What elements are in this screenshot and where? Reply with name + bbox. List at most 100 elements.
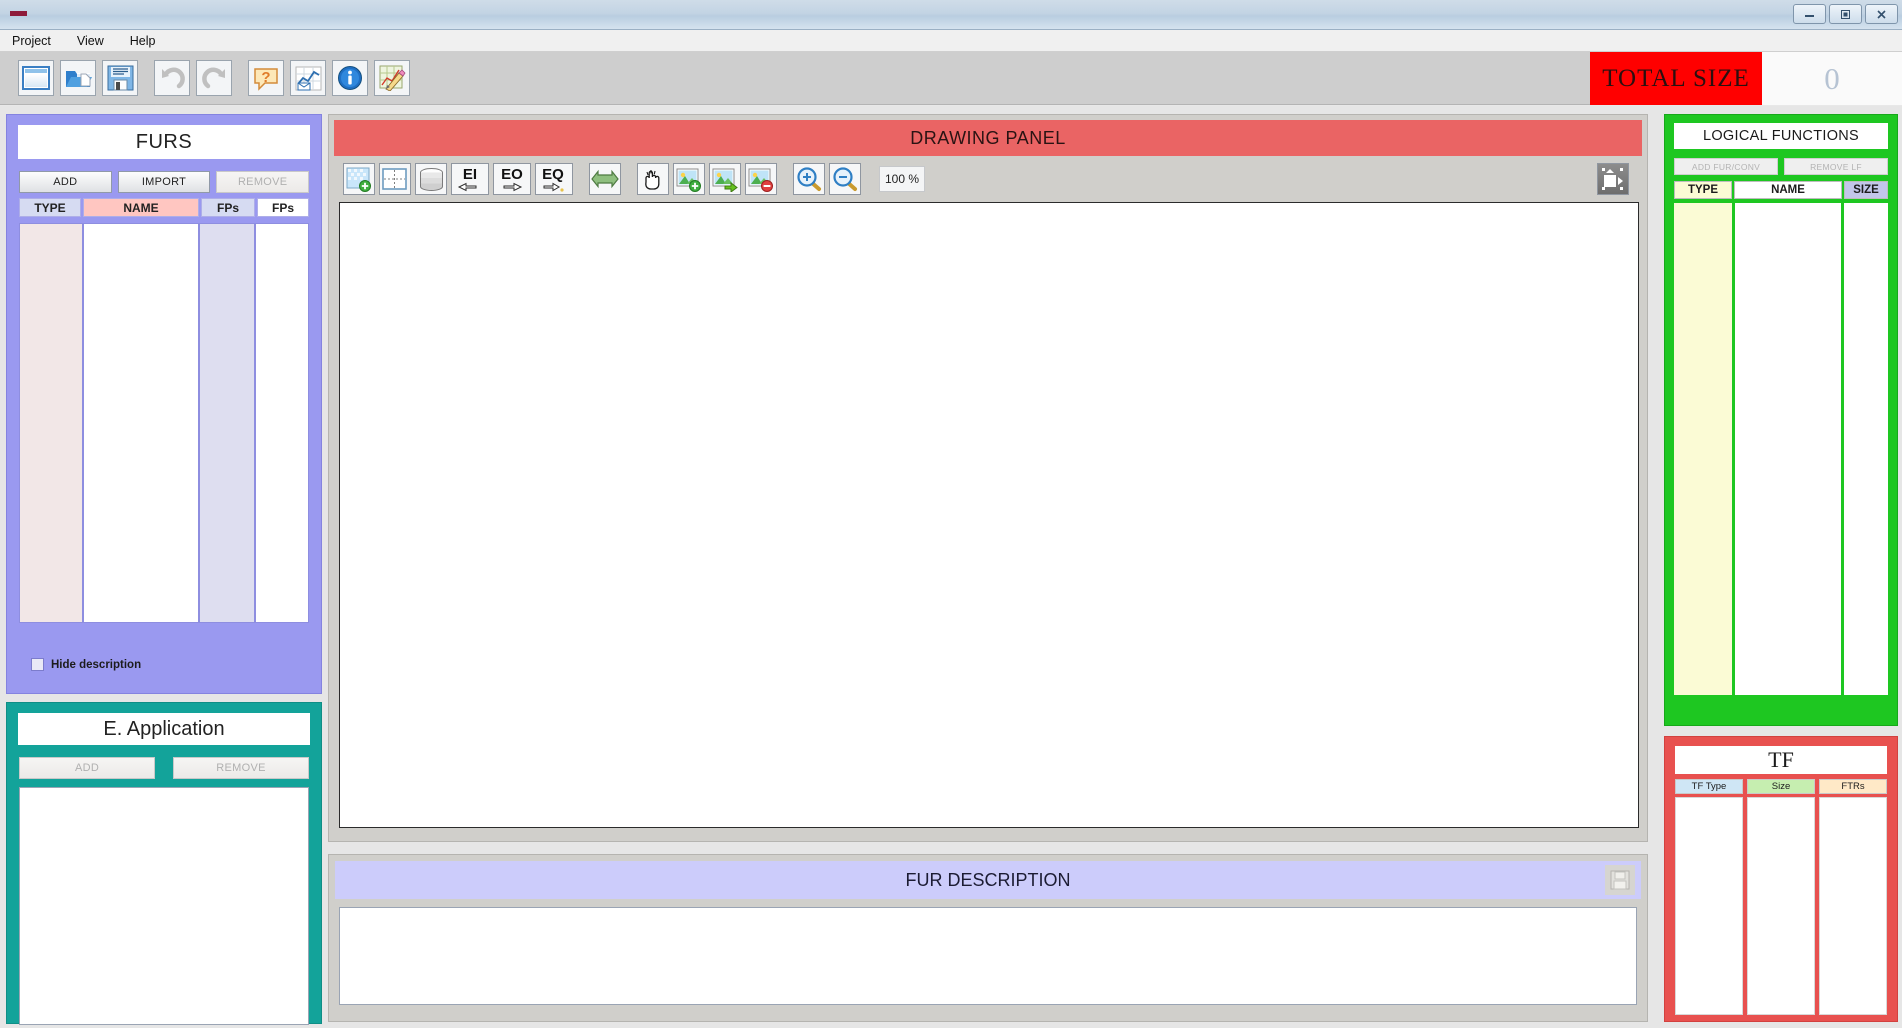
lf-col-name[interactable]: NAME [1734,181,1842,199]
link-arrow-icon[interactable] [589,163,621,195]
left-column: FURS ADD IMPORT REMOVE TYPE NAME FPs FPs [6,114,322,1025]
minimize-button[interactable] [1793,4,1826,24]
total-size-label: TOTAL SIZE [1590,52,1762,105]
close-button[interactable] [1865,4,1898,24]
fur-description-textarea[interactable] [339,907,1637,1005]
maximize-button[interactable] [1829,4,1862,24]
svg-text:EO: EO [501,166,523,183]
drawing-panel-frame: DRAWING PANEL EI EO EQ 100 % [328,114,1648,842]
fur-description-title: FUR DESCRIPTION [905,869,1071,890]
logical-functions-panel: LOGICAL FUNCTIONS ADD FUR/CONV REMOVE LF… [1664,114,1898,726]
database-icon[interactable] [415,163,447,195]
grid-area-icon[interactable] [379,163,411,195]
image-remove-icon[interactable] [745,163,777,195]
tf-panel-title: TF [1675,746,1887,774]
furs-col-fps-1[interactable]: FPs [201,198,255,217]
image-move-icon[interactable] [709,163,741,195]
add-fur-conv-button[interactable]: ADD FUR/CONV [1674,158,1778,175]
menu-project[interactable]: Project [8,32,55,50]
furs-panel: FURS ADD IMPORT REMOVE TYPE NAME FPs FPs [6,114,322,694]
undo-arrow-icon[interactable] [154,60,190,96]
tf-col-tf-type[interactable]: TF Type [1675,779,1743,794]
image-add-icon[interactable] [673,163,705,195]
furs-add-button[interactable]: ADD [19,171,112,193]
new-project-icon[interactable] [18,60,54,96]
total-size-panel: TOTAL SIZE 0 [1590,52,1902,105]
furs-col-type[interactable]: TYPE [19,198,81,217]
window-controls [1793,4,1898,24]
window-logo-mark [10,11,27,16]
window-titlebar [0,0,1902,30]
zoom-out-icon[interactable] [829,163,861,195]
eapplication-remove-button[interactable]: REMOVE [173,757,309,779]
lf-col-type[interactable]: TYPE [1674,181,1732,199]
furs-column-type-cells [20,224,82,622]
ei-input-icon[interactable]: EI [451,163,489,195]
drawing-canvas[interactable] [339,202,1639,828]
furs-remove-button[interactable]: REMOVE [216,171,310,193]
hide-description-checkbox[interactable] [31,658,44,671]
svg-text:?: ? [261,69,270,86]
eapplication-add-button[interactable]: ADD [19,757,155,779]
furs-panel-title: FURS [18,125,310,159]
tf-panel: TF TF Type Size FTRs [1664,736,1898,1022]
tf-table-header: TF Type Size FTRs [1675,779,1887,794]
save-floppy-icon[interactable] [102,60,138,96]
app-body: FURS ADD IMPORT REMOVE TYPE NAME FPs FPs [0,106,1902,1028]
menubar: Project View Help [0,30,1902,52]
zoom-in-icon[interactable] [793,163,825,195]
fur-description-frame: FUR DESCRIPTION [328,854,1648,1022]
furs-col-fps-2[interactable]: FPs [257,198,309,217]
furs-column-fps2-cells [256,224,308,622]
eapplication-list[interactable] [19,787,309,1025]
lf-column-type-cells [1674,203,1732,695]
hide-description-label: Hide description [51,658,142,671]
lf-column-size-cells [1844,203,1888,695]
open-folder-icon[interactable] [60,60,96,96]
logical-functions-title: LOGICAL FUNCTIONS [1674,123,1888,149]
export-icon[interactable] [1597,163,1629,195]
edit-pencil-icon[interactable] [374,60,410,96]
hide-description-row[interactable]: Hide description [31,658,141,671]
eapplication-button-row: ADD REMOVE [19,757,309,779]
svg-text:EQ: EQ [542,166,564,183]
tf-col-size[interactable]: Size [1747,779,1815,794]
eo-output-icon[interactable]: EO [493,163,531,195]
eapplication-title: E. Application [18,713,310,745]
info-icon[interactable] [332,60,368,96]
eapplication-panel: E. Application ADD REMOVE [6,702,322,1025]
furs-button-row: ADD IMPORT REMOVE [19,171,310,193]
furs-table-header: TYPE NAME FPs FPs [19,198,309,217]
zoom-level-label[interactable]: 100 % [879,166,925,192]
chart-report-icon[interactable] [290,60,326,96]
help-question-icon[interactable]: ? [248,60,284,96]
drawing-panel-title: DRAWING PANEL [334,120,1642,156]
svg-text:EI: EI [463,166,477,183]
lf-column-name-cells [1735,203,1841,695]
lf-col-size[interactable]: SIZE [1844,181,1888,199]
furs-column-fps1-cells [200,224,254,622]
eq-query-icon[interactable]: EQ [535,163,573,195]
furs-col-name[interactable]: NAME [83,198,199,217]
redo-arrow-icon[interactable] [196,60,232,96]
tf-column-size-cells [1747,797,1815,1015]
logical-functions-table-body[interactable] [1674,203,1888,695]
hand-pan-icon[interactable] [637,163,669,195]
furs-column-name-cells [84,224,198,622]
tf-column-type-cells [1675,797,1743,1015]
tf-table-body[interactable] [1675,797,1887,1015]
tf-col-ftrs[interactable]: FTRs [1819,779,1887,794]
drawing-toolbar: EI EO EQ 100 % [329,160,1647,198]
furs-table-body[interactable] [19,223,309,623]
remove-lf-button[interactable]: REMOVE LF [1784,158,1888,175]
total-size-value: 0 [1762,52,1902,105]
fur-description-title-bar: FUR DESCRIPTION [335,861,1641,899]
fur-description-save-icon[interactable] [1605,865,1635,895]
menu-view[interactable]: View [73,32,108,50]
furs-import-button[interactable]: IMPORT [117,171,211,193]
menu-help[interactable]: Help [126,32,160,50]
right-column: LOGICAL FUNCTIONS ADD FUR/CONV REMOVE LF… [1664,114,1898,1022]
logical-functions-button-row: ADD FUR/CONV REMOVE LF [1674,158,1888,175]
add-area-icon[interactable] [343,163,375,195]
tf-column-ftrs-cells [1819,797,1887,1015]
